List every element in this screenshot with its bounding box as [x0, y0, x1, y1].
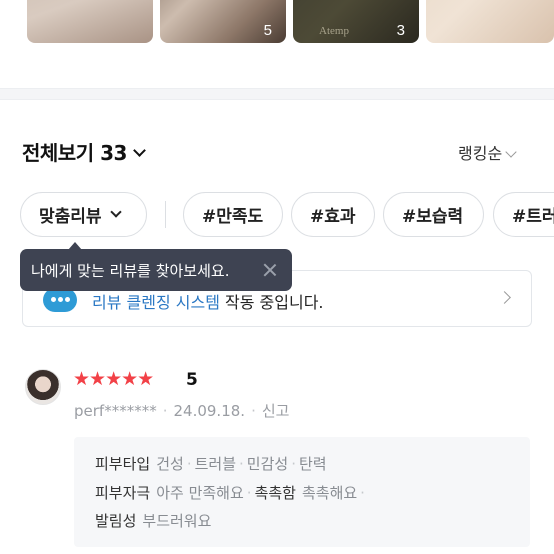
report-link[interactable]: 신고 — [262, 402, 290, 420]
tag-chip-trouble[interactable]: #트러 — [493, 192, 554, 237]
chip-divider — [165, 201, 166, 228]
chevron-down-icon — [133, 144, 146, 157]
sort-dropdown[interactable]: 랭킹순 — [458, 140, 517, 164]
photo-thumbnail[interactable] — [426, 0, 554, 43]
attribute-value: 민감성 — [246, 455, 289, 473]
review-author: perf******* — [74, 402, 157, 420]
review-meta: perf******* · 24.09.18. · 신고 — [74, 402, 290, 420]
sort-label: 랭킹순 — [458, 144, 503, 163]
chat-bubble-icon — [43, 288, 77, 312]
avatar — [25, 369, 61, 405]
review-page: 5 Atemp 3 전체보기 33 랭킹순 맞춤리뷰 #만족도 #효과 #보습력… — [0, 0, 554, 554]
chevron-right-icon — [498, 291, 511, 304]
attribute-value: 아주 만족해요 — [156, 484, 244, 502]
attribute-label: 촉촉함 — [254, 484, 296, 502]
photo-count: 3 — [396, 22, 405, 39]
product-brand-text: Atemp — [319, 25, 349, 37]
custom-review-label: 맞춤리뷰 — [39, 207, 102, 227]
notice-highlight: 리뷰 클렌징 시스템 — [92, 293, 220, 312]
review-total-label: 전체보기 33 — [22, 141, 127, 165]
tag-chip-effect[interactable]: #효과 — [291, 192, 375, 237]
photo-thumbnail[interactable]: 5 — [160, 0, 286, 43]
attribute-value: 부드러워요 — [142, 512, 212, 530]
attribute-value: 탄력 — [298, 455, 327, 473]
photo-count: 5 — [263, 22, 272, 39]
rating-score: 5 — [186, 370, 198, 390]
attribute-value: 건성 — [156, 455, 184, 473]
skin-attributes-box: 피부타입 건성 · 트러블 · 민감성 · 탄력 피부자극 아주 만족해요 · 촉촉함 촉촉해요 · 발… — [74, 437, 530, 547]
custom-review-filter-button[interactable]: 맞춤리뷰 — [20, 192, 147, 237]
chevron-down-icon — [505, 146, 517, 158]
notice-text: 리뷰 클렌징 시스템 작동 중입니다. — [92, 289, 324, 313]
attribute-label: 피부타입 — [95, 455, 151, 473]
attribute-label: 발림성 — [95, 512, 137, 530]
photo-thumbnail[interactable]: Atemp 3 — [293, 0, 419, 43]
tag-chip-satisfaction[interactable]: #만족도 — [183, 192, 283, 237]
star-rating-icon: ★★★★★ — [73, 368, 154, 390]
chevron-down-icon — [109, 205, 122, 218]
photo-thumbnail[interactable] — [27, 0, 153, 43]
close-icon[interactable] — [263, 263, 276, 276]
attribute-label: 피부자극 — [95, 484, 151, 502]
notice-rest: 작동 중입니다. — [219, 293, 324, 312]
review-total-filter[interactable]: 전체보기 33 — [22, 137, 146, 166]
attribute-value: 촉촉해요 — [301, 484, 358, 502]
attribute-row-irritation: 피부자극 아주 만족해요 · 촉촉함 촉촉해요 · — [95, 484, 365, 502]
tooltip-text: 나에게 맞는 리뷰를 찾아보세요. — [31, 261, 230, 280]
attribute-row-spreadability: 발림성 부드러워요 — [95, 510, 211, 531]
photo-review-strip: 5 Atemp 3 — [0, 0, 554, 44]
tag-chip-moisture[interactable]: #보습력 — [383, 192, 484, 237]
attribute-row-skin-type: 피부타입 건성 · 트러블 · 민감성 · 탄력 — [95, 455, 327, 473]
section-divider — [0, 88, 554, 100]
attribute-value: 트러블 — [194, 455, 236, 473]
review-date: 24.09.18. — [173, 402, 246, 420]
custom-review-tooltip: 나에게 맞는 리뷰를 찾아보세요. — [20, 242, 292, 291]
